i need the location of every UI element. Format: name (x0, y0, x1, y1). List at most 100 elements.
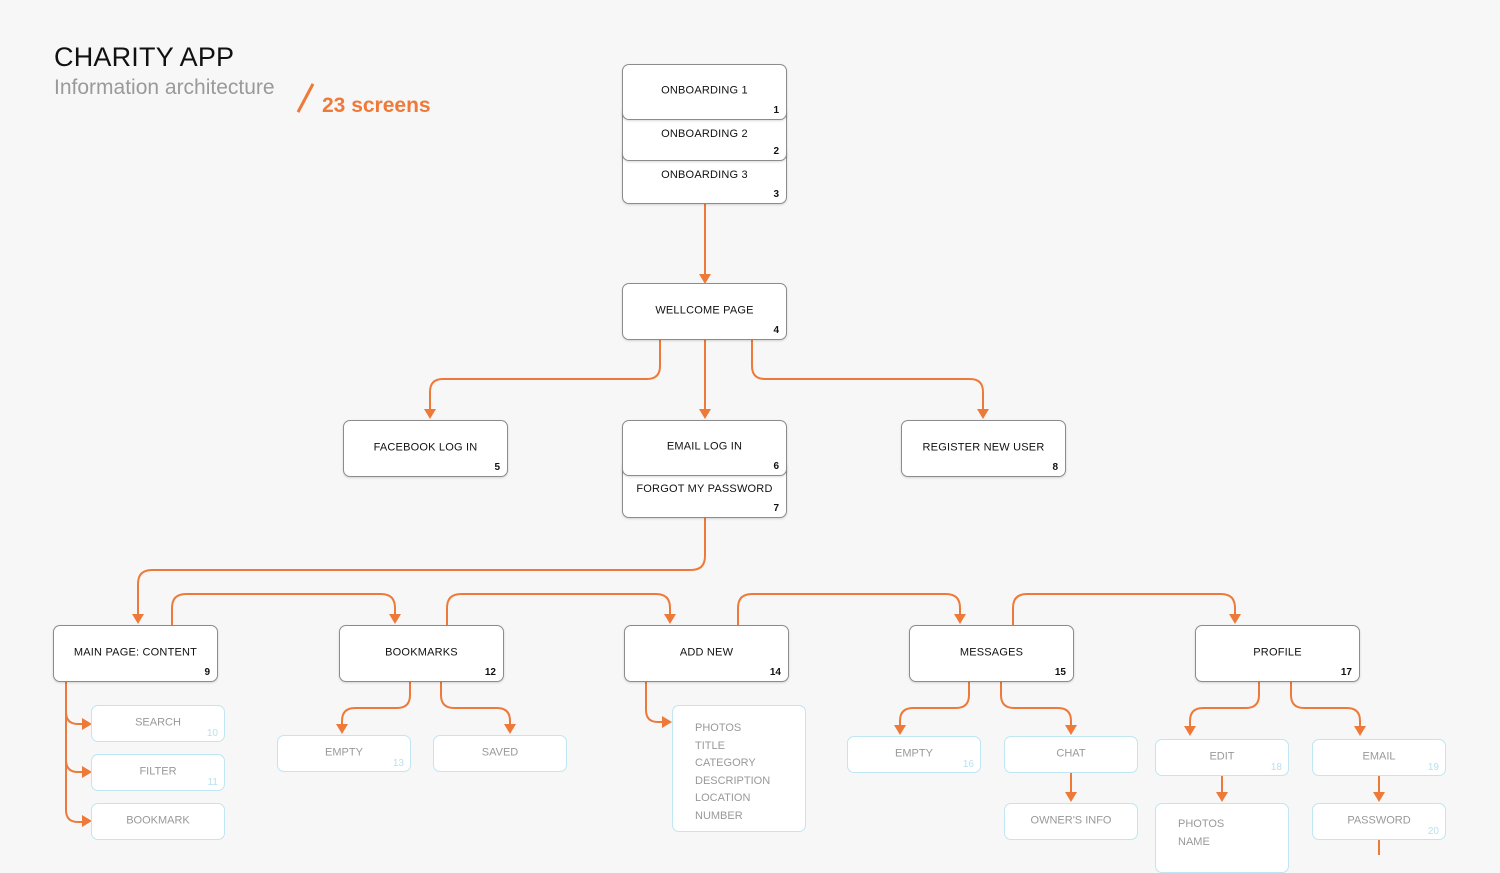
connector-profile-email (1290, 682, 1361, 728)
connector-main-bookmarks (171, 593, 396, 626)
sub-edit-fields[interactable]: PHOTOS NAME (1155, 803, 1289, 873)
node-number: 2 (773, 146, 779, 157)
sub-label: EDIT (1209, 750, 1235, 763)
node-email-login[interactable]: EMAIL LOG IN 6 (622, 420, 787, 476)
node-onboarding-1[interactable]: ONBOARDING 1 1 (622, 64, 787, 120)
sub-filter[interactable]: FILTER 11 (91, 754, 225, 791)
arrow-head (662, 716, 672, 728)
sub-label: FILTER (139, 765, 177, 778)
node-number: 15 (1054, 667, 1066, 678)
sub-number: 18 (1270, 762, 1282, 773)
arrow-head (132, 614, 144, 624)
connector-welcome-facebook (429, 340, 661, 411)
connector-login-main (137, 517, 706, 616)
sub-label: SAVED (481, 746, 519, 759)
node-bookmarks[interactable]: BOOKMARKS 12 (339, 625, 504, 682)
diagram-subtitle: Information architecture (54, 76, 275, 99)
arrow-head (894, 725, 906, 735)
slash-divider (296, 83, 315, 113)
connector-bookmarks-empty (341, 682, 411, 726)
sub-label: EMPTY (325, 746, 363, 759)
node-number: 8 (1052, 462, 1058, 473)
node-label: REGISTER NEW USER (922, 441, 1045, 454)
sub-label: OWNER'S INFO (1030, 814, 1112, 827)
node-number: 9 (204, 667, 210, 678)
field-item: DESCRIPTION (695, 774, 771, 787)
connector-messages-chat (1000, 682, 1072, 727)
diagram-title: CHARITY APP (54, 42, 235, 72)
connector-messages-empty (899, 682, 970, 727)
sub-add-new-fields[interactable]: PHOTOS TITLE CATEGORY DESCRIPTION LOCATI… (672, 705, 806, 832)
connector-addnew-fields (645, 682, 664, 723)
connector-main-subs (65, 682, 84, 823)
arrow-head (954, 614, 966, 624)
arrow-head (1354, 726, 1366, 736)
arrow-head (977, 409, 989, 419)
sub-label: CHAT (1056, 747, 1086, 760)
sub-label: BOOKMARK (126, 814, 190, 827)
sub-email[interactable]: EMAIL 19 (1312, 739, 1446, 776)
sub-number: 10 (206, 728, 218, 739)
field-list: PHOTOS TITLE CATEGORY DESCRIPTION LOCATI… (673, 706, 805, 825)
node-messages[interactable]: MESSAGES 15 (909, 625, 1074, 682)
node-label: ONBOARDING 2 (661, 128, 748, 140)
arrow-head (504, 724, 516, 734)
sub-bookmark[interactable]: BOOKMARK (91, 803, 225, 840)
arrow-head (1373, 792, 1385, 802)
node-label: FORGOT MY PASSWORD (636, 483, 773, 495)
node-label: WELLCOME PAGE (655, 304, 754, 317)
sub-number: 16 (962, 759, 974, 770)
node-profile[interactable]: PROFILE 17 (1195, 625, 1360, 682)
node-label: EMAIL LOG IN (666, 440, 743, 453)
node-number: 7 (773, 503, 779, 514)
node-label: ADD NEW (679, 646, 734, 659)
sub-bookmarks-empty[interactable]: EMPTY 13 (277, 735, 411, 772)
field-item: NAME (1178, 835, 1210, 848)
arrow-head (389, 614, 401, 624)
sub-owners-info[interactable]: OWNER'S INFO (1004, 803, 1138, 840)
sub-messages-empty[interactable]: EMPTY 16 (847, 736, 981, 773)
arrow-head (1065, 725, 1077, 735)
field-list: PHOTOS NAME (1156, 804, 1288, 851)
sub-password[interactable]: PASSWORD 20 (1312, 803, 1446, 840)
connector-profile-edit (1189, 682, 1260, 728)
node-label: PROFILE (1253, 646, 1302, 659)
node-register-user[interactable]: REGISTER NEW USER 8 (901, 420, 1066, 477)
connector-addnew-messages (737, 593, 961, 626)
node-main-page[interactable]: MAIN PAGE: CONTENT 9 (53, 625, 218, 682)
field-item: TITLE (695, 739, 725, 752)
sub-saved[interactable]: SAVED (433, 735, 567, 772)
node-label: BOOKMARKS (385, 646, 458, 659)
sub-label: EMPTY (895, 747, 933, 760)
node-facebook-login[interactable]: FACEBOOK LOG IN 5 (343, 420, 508, 477)
sub-chat[interactable]: CHAT (1004, 736, 1138, 773)
node-number: 5 (494, 462, 500, 473)
field-item: CATEGORY (695, 757, 756, 769)
node-number: 12 (484, 667, 496, 678)
arrow-head (1184, 726, 1196, 736)
node-number: 6 (773, 461, 779, 472)
node-number: 14 (769, 667, 781, 678)
node-number: 1 (773, 105, 779, 116)
sub-number: 13 (392, 758, 404, 769)
screen-count: 23 screens (322, 94, 431, 117)
connector-bookmarks-addnew (446, 593, 671, 626)
sub-number: 11 (207, 777, 218, 788)
field-item: LOCATION (695, 792, 751, 804)
node-label: FACEBOOK LOG IN (373, 441, 478, 454)
arrow-head (336, 724, 348, 734)
node-number: 4 (773, 325, 779, 336)
field-item: NUMBER (695, 809, 743, 822)
node-welcome-page[interactable]: WELLCOME PAGE 4 (622, 283, 787, 340)
sub-label: EMAIL (1362, 750, 1396, 763)
node-add-new[interactable]: ADD NEW 14 (624, 625, 789, 682)
sub-label: SEARCH (135, 716, 181, 729)
arrow-head (1065, 792, 1077, 802)
node-label: MESSAGES (959, 646, 1024, 659)
sub-edit[interactable]: EDIT 18 (1155, 739, 1289, 776)
connector-messages-profile (1012, 593, 1236, 626)
arrow-head (424, 409, 436, 419)
sub-label: PASSWORD (1347, 814, 1411, 827)
node-label: ONBOARDING 3 (661, 169, 748, 181)
sub-search[interactable]: SEARCH 10 (91, 705, 225, 742)
